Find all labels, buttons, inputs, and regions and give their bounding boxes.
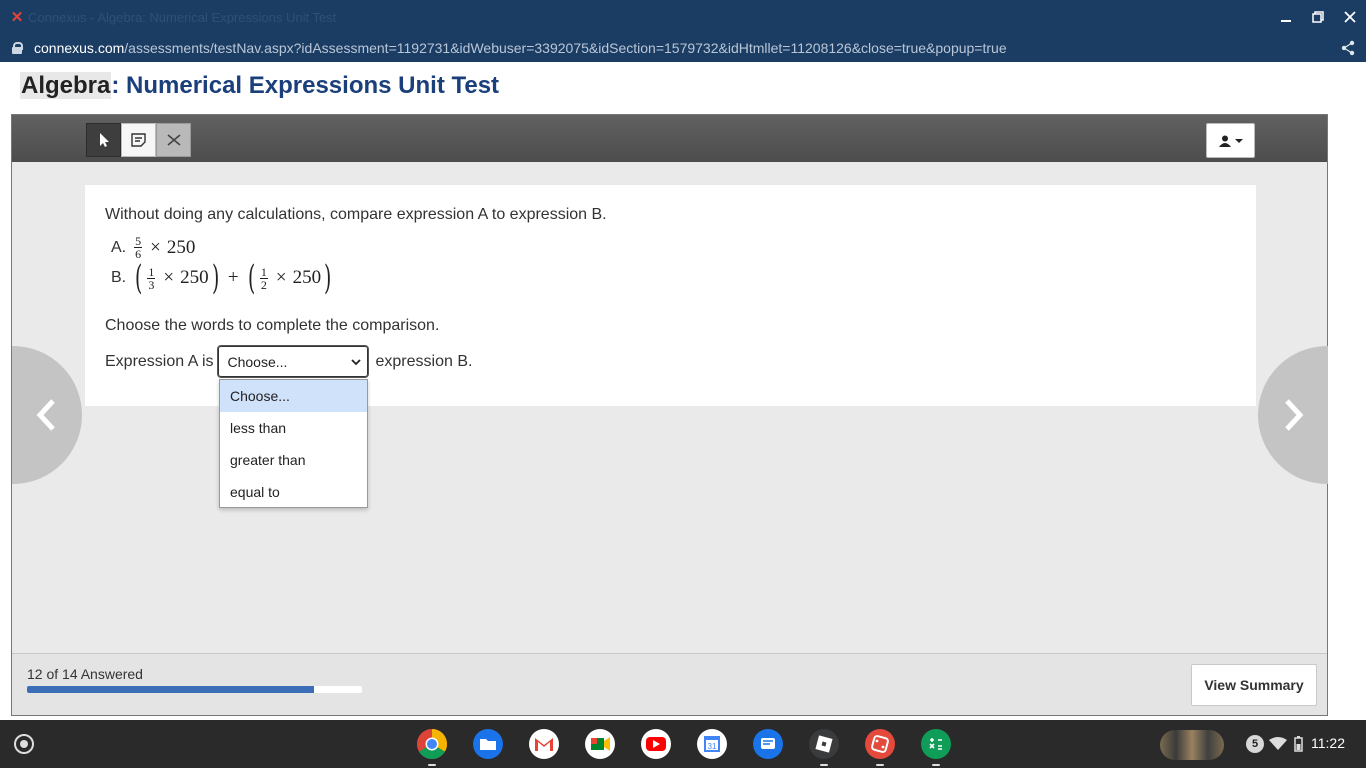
- lock-icon: [12, 42, 23, 54]
- address-bar[interactable]: connexus.com/assessments/testNav.aspx?id…: [0, 34, 1366, 62]
- cursor-arrow-icon: [99, 133, 109, 147]
- previous-question-button[interactable]: [12, 346, 82, 484]
- chevron-right-icon: [1285, 399, 1304, 431]
- denominator: 2: [260, 277, 267, 292]
- view-summary-button[interactable]: View Summary: [1191, 664, 1317, 706]
- pointer-tool-button[interactable]: [86, 123, 121, 157]
- calendar-icon[interactable]: 31: [696, 728, 728, 760]
- wifi-icon[interactable]: [1269, 737, 1287, 751]
- messages-icon[interactable]: [752, 728, 784, 760]
- right-paren: ): [324, 258, 332, 298]
- running-indicator: [820, 764, 828, 766]
- select-value: Choose...: [227, 353, 288, 370]
- answer-prefix: Expression A is: [105, 352, 214, 370]
- numerator: 1: [147, 264, 156, 279]
- fraction: 56: [134, 235, 143, 260]
- url-path: /assessments/testNav.aspx?idAssessment=1…: [124, 40, 1007, 56]
- title-separator: :: [111, 72, 120, 99]
- url-host: connexus.com: [34, 40, 125, 56]
- test-name: Numerical Expressions Unit Test: [126, 72, 500, 99]
- progress-bar: [27, 686, 362, 693]
- eliminate-tool-button[interactable]: [156, 123, 191, 157]
- answer-suffix: expression B.: [375, 352, 473, 370]
- dropdown-option[interactable]: greater than: [220, 444, 367, 476]
- comparison-select[interactable]: Choose...: [216, 345, 369, 378]
- test-toolbar: [12, 115, 1327, 162]
- times-sign: ×: [163, 267, 175, 288]
- window-controls: [1270, 0, 1366, 34]
- dropdown-option[interactable]: less than: [220, 412, 367, 444]
- meet-icon[interactable]: [584, 728, 616, 760]
- expression-b: B. ( 13 × 250 ) + ( 12 × 250 ): [111, 258, 334, 298]
- next-question-button[interactable]: [1258, 346, 1328, 484]
- plus-sign: +: [227, 267, 239, 288]
- number: 250: [166, 236, 196, 258]
- expression-a: A. 56 × 250: [111, 235, 195, 260]
- files-icon[interactable]: [472, 728, 504, 760]
- course-name: Algebra: [20, 72, 112, 99]
- user-menu-button[interactable]: [1206, 123, 1255, 158]
- denominator: 3: [148, 277, 155, 292]
- share-icon[interactable]: [1340, 40, 1356, 56]
- progress-label: 12 of 14 Answered: [27, 666, 143, 682]
- url-text[interactable]: connexus.com/assessments/testNav.aspx?id…: [34, 40, 1007, 56]
- close-icon[interactable]: [1334, 0, 1366, 34]
- youtube-icon[interactable]: [640, 728, 672, 760]
- test-frame: Without doing any calculations, compare …: [11, 114, 1328, 716]
- numerator: 1: [259, 264, 268, 279]
- dropdown-option[interactable]: equal to: [220, 476, 367, 508]
- expression-b-math: ( 13 × 250 ) + ( 12 × 250 ): [132, 258, 334, 298]
- os-shelf: 31 5 11:22: [0, 720, 1366, 768]
- running-indicator: [876, 764, 884, 766]
- window-titlebar: ✕ Connexus - Algebra: Numerical Expressi…: [0, 0, 1366, 34]
- restore-icon[interactable]: [1302, 0, 1334, 34]
- window-title: Connexus - Algebra: Numerical Expression…: [28, 9, 337, 25]
- progress-bar-fill: [27, 686, 315, 693]
- times-sign: ×: [150, 236, 161, 258]
- question-instruction: Choose the words to complete the compari…: [105, 317, 440, 334]
- calendar-day: 31: [708, 742, 717, 751]
- question-prompt: Without doing any calculations, compare …: [105, 206, 607, 223]
- profile-avatars[interactable]: [1160, 730, 1224, 760]
- caret-down-icon: [1234, 138, 1243, 143]
- times-sign: ×: [275, 267, 287, 288]
- user-icon: [1218, 135, 1231, 147]
- chevron-down-icon: [350, 358, 361, 365]
- running-indicator: [428, 764, 436, 766]
- running-indicator: [932, 764, 940, 766]
- comparison-dropdown-list: Choose... less than greater than equal t…: [219, 379, 368, 508]
- expression-a-label: A.: [111, 238, 127, 256]
- left-paren: (: [247, 258, 255, 298]
- left-paren: (: [135, 258, 143, 298]
- number: 250: [180, 267, 209, 288]
- notification-count-badge[interactable]: 5: [1246, 735, 1264, 753]
- launcher-icon[interactable]: [14, 734, 34, 754]
- answer-row: Expression A is Choose... expression B.: [105, 345, 473, 378]
- question-card: Without doing any calculations, compare …: [85, 185, 1256, 406]
- fraction: 13: [147, 264, 156, 292]
- expression-b-label: B.: [111, 269, 127, 286]
- note-icon: [130, 133, 146, 147]
- minimize-icon[interactable]: [1270, 0, 1302, 34]
- fraction: 12: [259, 264, 268, 292]
- dice-icon[interactable]: [864, 728, 896, 760]
- roblox-icon[interactable]: [808, 728, 840, 760]
- dropdown-option[interactable]: Choose...: [220, 380, 367, 412]
- gmail-icon[interactable]: [528, 728, 560, 760]
- connexus-logo-icon: ✕: [10, 9, 24, 26]
- test-footer: 12 of 14 Answered View Summary: [12, 653, 1327, 715]
- chevron-left-icon: [36, 399, 55, 431]
- note-tool-button[interactable]: [121, 123, 156, 157]
- eliminate-icon: [166, 134, 181, 146]
- page-title: Algebra: Numerical Expressions Unit Test: [20, 72, 499, 100]
- calculator-icon[interactable]: [920, 728, 952, 760]
- battery-icon[interactable]: [1294, 736, 1303, 752]
- number: 250: [292, 267, 322, 288]
- expression-a-math: 56 × 250: [132, 235, 195, 260]
- chrome-icon[interactable]: [416, 728, 448, 760]
- right-paren: ): [211, 258, 219, 298]
- system-clock[interactable]: 11:22: [1311, 735, 1345, 751]
